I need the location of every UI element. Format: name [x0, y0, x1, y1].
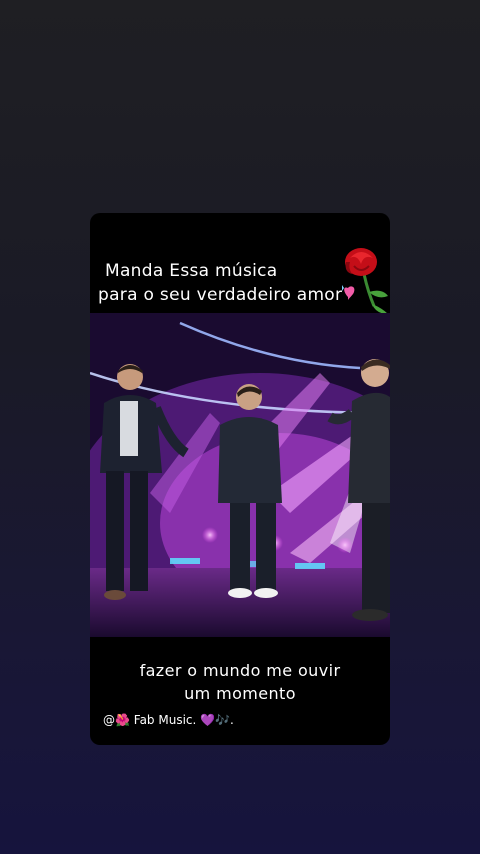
rose-icon	[342, 248, 388, 314]
caption-line-1: Manda Essa música	[105, 261, 278, 281]
sparkling-heart-icon	[342, 285, 355, 300]
credit-tag[interactable]: @🌺 Fab Music. 💜🎶.	[103, 713, 234, 727]
flower-icon: 🌺	[115, 713, 130, 727]
music-notes-icon: 🎶.	[215, 713, 234, 727]
caption-bottom-line-2: um momento	[184, 684, 296, 703]
concert-video[interactable]	[90, 313, 390, 637]
caption-bottom-line-1: fazer o mundo me ouvir	[139, 661, 341, 680]
credit-name: Fab Music.	[129, 713, 201, 727]
credit-at-sign: @	[103, 713, 115, 727]
purple-heart-icon: 💜	[200, 713, 216, 727]
caption-line-2: para o seu verdadeiro amor	[98, 285, 343, 305]
story-card: Manda Essa música para o seu verdadeiro …	[90, 213, 390, 745]
bottom-caption: fazer o mundo me ouvir um momento	[90, 659, 390, 705]
